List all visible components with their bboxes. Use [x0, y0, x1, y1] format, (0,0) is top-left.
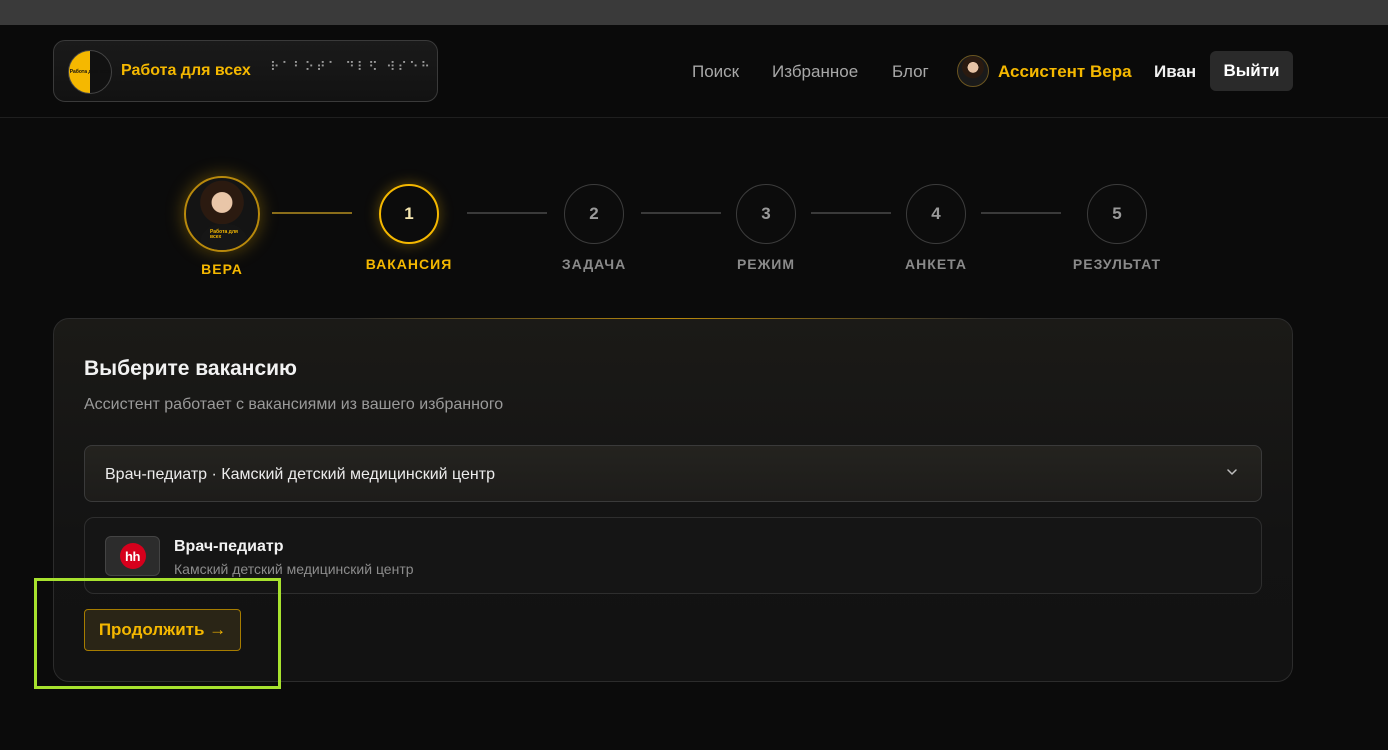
- stepper-connector: [272, 212, 352, 214]
- selected-vacancy-card[interactable]: hh Врач-педиатр Камский детский медицинс…: [84, 517, 1262, 594]
- step-2-circle[interactable]: 2: [564, 184, 624, 244]
- site-logo[interactable]: Работа для всех Работа для всех ⠗⠁⠃⠕⠞⠁ ⠙…: [53, 40, 438, 102]
- vacancy-title: Врач-педиатр: [174, 538, 284, 555]
- card-title: Выберите вакансию: [84, 357, 297, 380]
- nav-blog-link[interactable]: Блог: [892, 62, 929, 82]
- chevron-down-icon: [1227, 469, 1237, 475]
- vera-avatar-label: ВЕРА: [201, 261, 243, 277]
- hh-logo-icon: hh: [105, 536, 160, 576]
- stepper-connector: [641, 212, 721, 214]
- site-header: Работа для всех Работа для всех ⠗⠁⠃⠕⠞⠁ ⠙…: [0, 25, 1388, 118]
- step-3-label: РЕЖИМ: [736, 256, 796, 272]
- vera-avatar: Работа для всех: [184, 176, 260, 252]
- nav-search-link[interactable]: Поиск: [692, 62, 739, 82]
- logout-button[interactable]: Выйти: [1210, 51, 1293, 91]
- logo-braille-text: ⠗⠁⠃⠕⠞⠁ ⠙⠇⠫ ⠺⠎⠑⠓: [270, 60, 433, 75]
- user-name: Иван: [1154, 62, 1197, 81]
- logo-emblem-icon: Работа для всех: [68, 50, 112, 94]
- stepper-connector: [467, 212, 547, 214]
- assistant-link[interactable]: Ассистент Вера: [998, 62, 1132, 82]
- vacancy-company: Камский детский медицинский центр: [174, 561, 414, 577]
- vacancy-select-value: Врач-педиатр · Камский детский медицинск…: [105, 466, 495, 483]
- logo-title: Работа для всех: [121, 62, 251, 79]
- step-4-circle[interactable]: 4: [906, 184, 966, 244]
- hh-logo-badge: hh: [119, 543, 146, 569]
- continue-button[interactable]: Продолжить →: [84, 609, 241, 651]
- browser-top-strip: [0, 0, 1388, 25]
- step-4-label: АНКЕТА: [905, 256, 967, 272]
- step-3-circle[interactable]: 3: [736, 184, 796, 244]
- stepper-connector: [981, 212, 1061, 214]
- vacancy-select[interactable]: Врач-педиатр · Камский детский медицинск…: [84, 445, 1262, 502]
- assistant-avatar[interactable]: [957, 55, 989, 87]
- card-subtitle: Ассистент работает с вакансиями из вашег…: [84, 396, 504, 413]
- step-5-label: РЕЗУЛЬТАТ: [1072, 256, 1162, 272]
- step-5-circle[interactable]: 5: [1087, 184, 1147, 244]
- vacancy-selection-card: Выберите вакансию Ассистент работает с в…: [53, 318, 1293, 682]
- step-1-circle[interactable]: 1: [379, 184, 439, 244]
- nav-favorites-link[interactable]: Избранное: [772, 62, 858, 82]
- step-2-label: ЗАДАЧА: [561, 256, 627, 272]
- stepper-connector: [811, 212, 891, 214]
- logo-emblem-text: Работа для всех: [69, 69, 111, 75]
- vera-shirt-text: Работа для всех: [210, 229, 238, 240]
- step-1-label: ВАКАНСИЯ: [365, 256, 453, 272]
